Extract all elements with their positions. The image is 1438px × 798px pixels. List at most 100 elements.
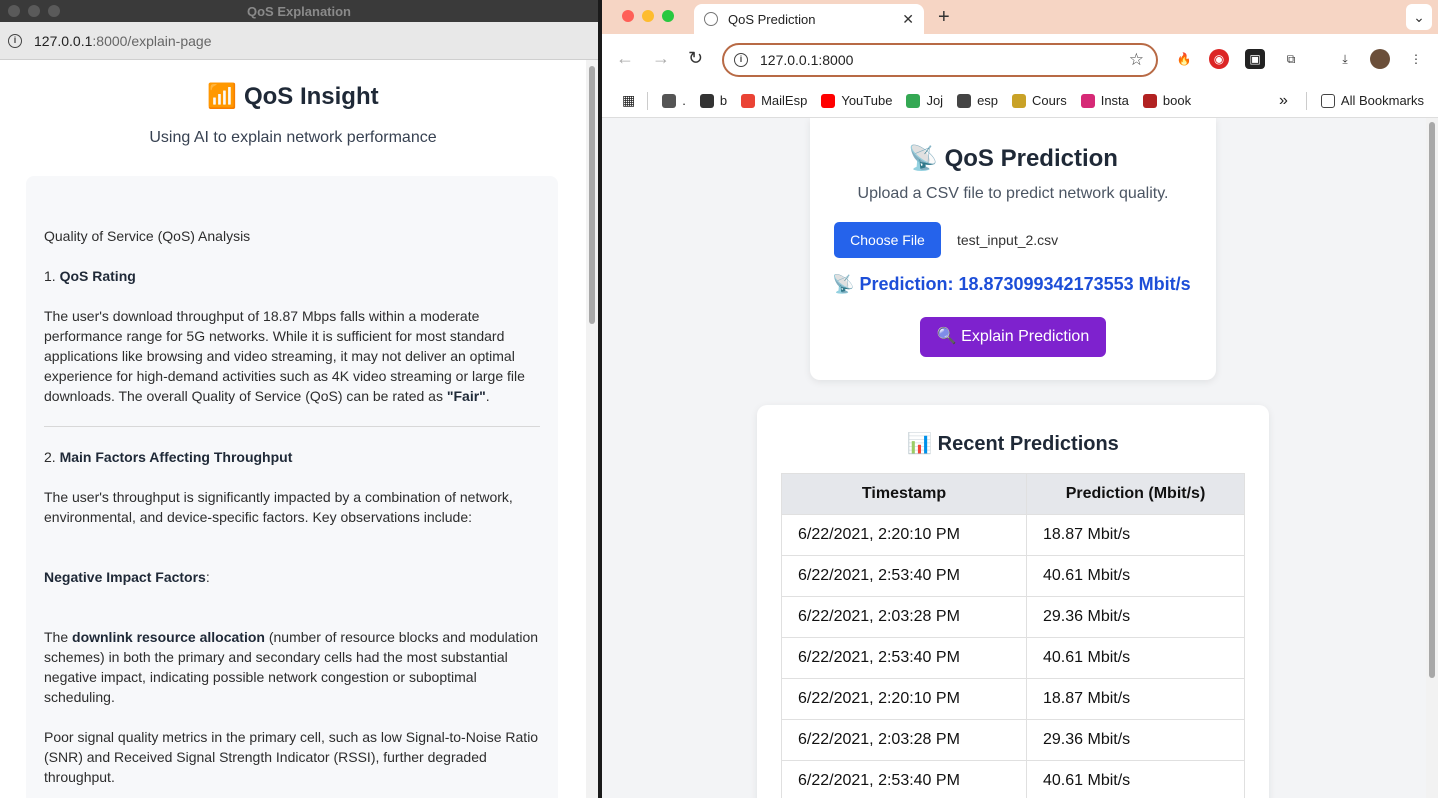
bookmark-separator xyxy=(1305,91,1307,110)
bookmark-favicon-icon xyxy=(1012,93,1027,108)
window-title: QoS Explanation xyxy=(246,4,351,19)
table-header-row: Timestamp Prediction (Mbit/s) xyxy=(781,473,1245,515)
section-2-text: The user's throughput is significantly i… xyxy=(44,489,513,525)
left-titlebar: QoS Explanation xyxy=(0,0,598,22)
prediction-cell: 40.61 Mbit/s xyxy=(1026,760,1245,798)
bookmark-item[interactable]: MailEsp xyxy=(741,93,807,108)
url-path: :8000/explain-page xyxy=(92,32,212,49)
bookmark-star-icon[interactable]: ☆ xyxy=(1129,50,1144,70)
selected-file-name: test_input_2.csv xyxy=(957,232,1059,248)
prediction-window: QoS Prediction ✕ + ⌄ ← → ↻ i 127.0.0.1:8… xyxy=(602,0,1438,798)
tab-title: QoS Prediction xyxy=(728,11,816,27)
bookmark-item[interactable]: book xyxy=(1142,93,1191,108)
left-address-bar[interactable]: i 127.0.0.1:8000/explain-page xyxy=(0,22,598,60)
divider xyxy=(44,426,540,427)
more-bookmarks-chevron[interactable]: » xyxy=(1279,92,1288,110)
bookmark-item[interactable]: esp xyxy=(957,93,998,108)
prediction-cell: 18.87 Mbit/s xyxy=(1026,514,1245,556)
right-scrollbar[interactable] xyxy=(1426,118,1438,798)
prediction-page: 📡 QoS Prediction Upload a CSV file to pr… xyxy=(602,118,1426,798)
table-row: 6/22/2021, 2:53:40 PM 40.61 Mbit/s xyxy=(781,637,1245,679)
magnifier-icon: 🔍 xyxy=(936,328,957,345)
section-1-heading: 1. QoS Rating xyxy=(44,268,136,284)
negative-factors-heading: Negative Impact Factors: xyxy=(44,569,210,585)
satellite-icon: 📡 xyxy=(908,145,938,172)
timestamp-cell: 6/22/2021, 2:03:28 PM xyxy=(781,719,1027,761)
scroll-thumb[interactable] xyxy=(589,66,595,324)
address-bar[interactable]: i 127.0.0.1:8000 ☆ xyxy=(722,43,1158,77)
timestamp-cell: 6/22/2021, 2:20:10 PM xyxy=(781,514,1027,556)
globe-icon xyxy=(704,12,718,26)
file-input[interactable]: Choose File test_input_2.csv xyxy=(834,222,1058,258)
prediction-cell: 29.36 Mbit/s xyxy=(1026,719,1245,761)
download-icon[interactable]: ⤓ xyxy=(1335,49,1355,69)
timestamp-cell: 6/22/2021, 2:53:40 PM xyxy=(781,760,1027,798)
timestamp-cell: 6/22/2021, 2:53:40 PM xyxy=(781,637,1027,679)
close-window-button[interactable] xyxy=(622,10,634,22)
scroll-thumb[interactable] xyxy=(1429,122,1435,678)
column-header-timestamp: Timestamp xyxy=(781,473,1027,515)
prediction-cell: 29.36 Mbit/s xyxy=(1026,596,1245,638)
menu-kebab-icon[interactable]: ⋮ xyxy=(1406,49,1426,69)
bookmark-item[interactable]: Joj xyxy=(906,93,943,108)
explanation-panel: Quality of Service (QoS) Analysis 1. QoS… xyxy=(26,176,558,798)
timestamp-cell: 6/22/2021, 2:20:10 PM xyxy=(781,678,1027,720)
factor-paragraph-2: Poor signal quality metrics in the prima… xyxy=(44,729,539,785)
extension-box-icon[interactable]: ▣ xyxy=(1245,49,1265,69)
page-title: 📶 QoS Insight xyxy=(207,83,379,110)
table-row: 6/22/2021, 2:20:10 PM 18.87 Mbit/s xyxy=(781,514,1245,556)
back-icon[interactable]: ← xyxy=(616,48,634,69)
bookmark-item[interactable]: YouTube xyxy=(821,93,892,108)
qos-rating: "Fair" xyxy=(446,388,486,404)
extension-red-icon[interactable]: ◉ xyxy=(1209,49,1229,69)
minimize-window-button[interactable] xyxy=(642,10,654,22)
close-tab-icon[interactable]: ✕ xyxy=(902,11,914,28)
profile-avatar[interactable] xyxy=(1370,49,1390,69)
bar-chart-icon: 📊 xyxy=(907,433,933,455)
timestamp-cell: 6/22/2021, 2:53:40 PM xyxy=(781,555,1027,597)
table-row: 6/22/2021, 2:53:40 PM 40.61 Mbit/s xyxy=(781,760,1245,798)
explanation-window: QoS Explanation i 127.0.0.1:8000/explain… xyxy=(0,0,598,798)
zoom-window-button[interactable] xyxy=(662,10,674,22)
card-subtitle: Upload a CSV file to predict network qua… xyxy=(857,185,1169,202)
tab-search-button[interactable]: ⌄ xyxy=(1406,4,1432,30)
folder-icon xyxy=(1320,93,1335,108)
reload-icon[interactable]: ↻ xyxy=(688,48,703,69)
tab-qos-prediction[interactable]: QoS Prediction ✕ xyxy=(694,4,924,34)
bookmark-favicon-icon xyxy=(1080,93,1095,108)
bookmark-item[interactable]: Insta xyxy=(1080,93,1129,108)
recent-title: 📊 Recent Predictions xyxy=(907,433,1119,455)
bookmark-favicon-icon xyxy=(821,93,836,108)
window-controls xyxy=(622,10,674,22)
fire-extension-icon[interactable]: 🔥 xyxy=(1174,49,1194,69)
url-text: 127.0.0.1:8000 xyxy=(760,52,854,68)
explanation-page: 📶 QoS Insight Using AI to explain networ… xyxy=(0,60,586,798)
prediction-cell: 18.87 Mbit/s xyxy=(1026,678,1245,720)
bookmark-item[interactable]: b xyxy=(699,93,727,108)
explain-prediction-button[interactable]: 🔍 Explain Prediction xyxy=(920,317,1106,357)
prediction-card: 📡 QoS Prediction Upload a CSV file to pr… xyxy=(810,118,1216,380)
satellite-icon: 📡 xyxy=(832,274,855,294)
section-1-text: The user's download throughput of 18.87 … xyxy=(44,308,525,404)
choose-file-button[interactable]: Choose File xyxy=(834,222,941,258)
table-row: 6/22/2021, 2:53:40 PM 40.61 Mbit/s xyxy=(781,555,1245,597)
bookmark-item[interactable]: . xyxy=(662,93,686,108)
report-title: Quality of Service (QoS) Analysis xyxy=(44,228,251,244)
bookmark-favicon-icon xyxy=(1142,93,1157,108)
new-tab-button[interactable]: + xyxy=(938,6,950,29)
bookmark-item[interactable]: Cours xyxy=(1012,93,1067,108)
forward-icon[interactable]: → xyxy=(652,48,670,69)
page-subtitle: Using AI to explain network performance xyxy=(149,129,437,146)
prediction-cell: 40.61 Mbit/s xyxy=(1026,637,1245,679)
info-icon[interactable]: i xyxy=(8,33,22,48)
prediction-result: 📡 Prediction: 18.873099342173553 Mbit/s xyxy=(832,274,1191,294)
left-scrollbar[interactable] xyxy=(586,60,598,798)
site-info-icon[interactable]: i xyxy=(734,53,748,67)
apps-grid-icon[interactable]: ▦ xyxy=(622,92,635,109)
all-bookmarks-folder[interactable]: All Bookmarks xyxy=(1320,93,1424,108)
extensions-puzzle-icon[interactable]: ⧉ xyxy=(1281,49,1301,69)
table-row: 6/22/2021, 2:20:10 PM 18.87 Mbit/s xyxy=(781,678,1245,720)
bookmark-separator xyxy=(647,91,649,110)
factor-paragraph-1: The downlink resource allocation (number… xyxy=(44,629,539,705)
signal-bars-icon: 📶 xyxy=(207,83,238,110)
